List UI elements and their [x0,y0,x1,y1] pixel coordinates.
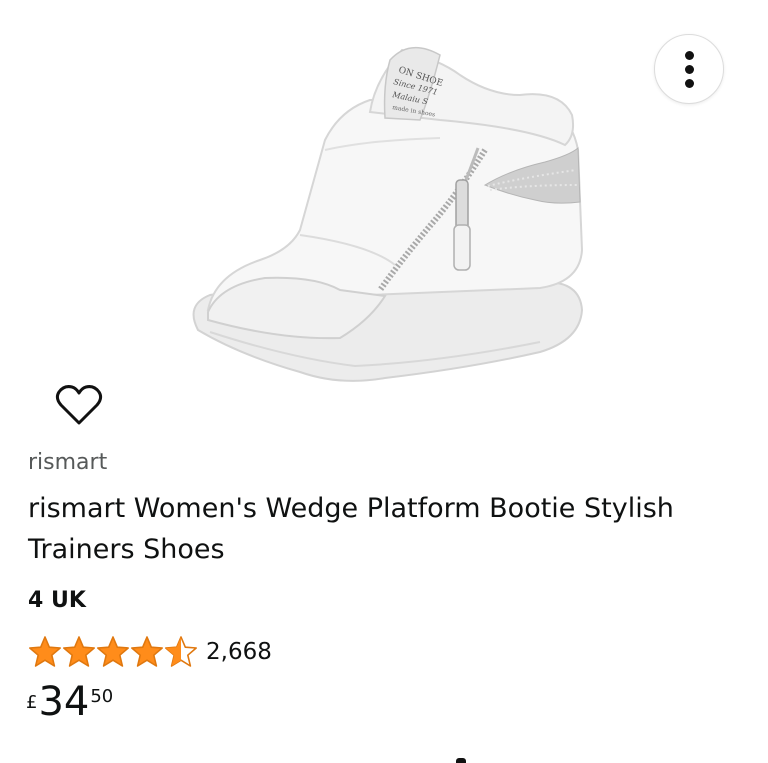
product-title[interactable]: rismart Women's Wedge Platform Bootie St… [28,488,748,570]
star-icon [28,636,62,667]
star-icon [97,636,129,667]
price-whole: 34 [38,679,90,725]
scroll-indicator [456,758,466,763]
more-vertical-icon-dot [684,64,694,74]
price-currency: £ [26,692,38,713]
price: £ 34 50 [26,680,113,724]
heart-outline-icon[interactable] [55,383,103,427]
rating-count[interactable]: 2,668 [206,639,272,665]
more-vertical-icon-dot [684,78,694,88]
rating-row[interactable]: 2,668 [28,634,272,670]
star-icon [165,636,197,667]
brand-link[interactable]: rismart [28,450,107,475]
star-icon [131,636,163,667]
price-fraction: 50 [90,686,114,707]
star-rating [28,636,197,667]
more-vertical-icon [684,50,694,60]
selected-size: 4 UK [28,588,86,613]
more-options-button[interactable] [654,34,724,104]
star-icon [62,636,95,667]
product-image[interactable]: ON SHOE Since 1971 Malaiu S made in shoe… [140,20,640,395]
